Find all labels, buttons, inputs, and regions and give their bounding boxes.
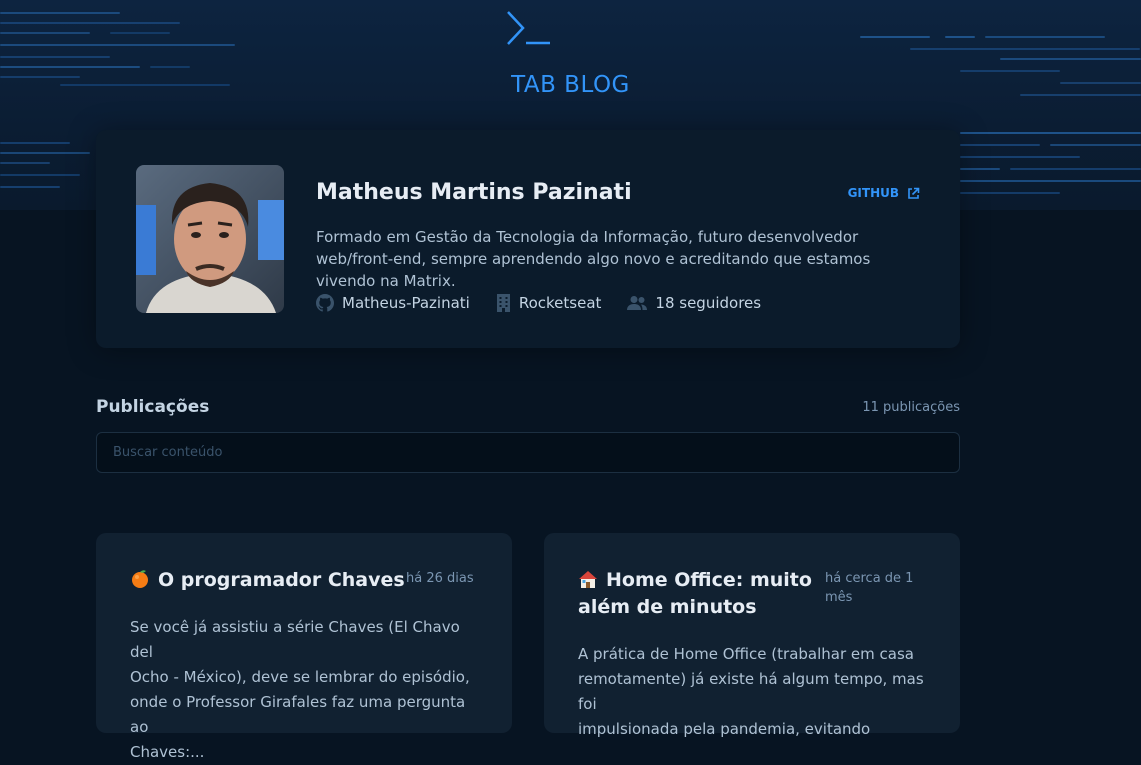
decorative-line	[0, 56, 110, 58]
decorative-line	[960, 156, 1080, 158]
decorative-line	[960, 180, 1141, 182]
followers-text: 18 seguidores	[655, 294, 762, 312]
decorative-line	[960, 144, 1040, 146]
profile-bio: Formado em Gestão da Tecnologia da Infor…	[316, 228, 871, 290]
decorative-line	[960, 132, 1141, 134]
post-excerpt-line: A prática de Home Office (trabalhar em c…	[578, 645, 914, 663]
post-title-line: Home Office: muito	[606, 569, 812, 591]
post-excerpt-line: onde o Professor Girafales faz uma pergu…	[130, 693, 466, 736]
terminal-prompt-icon	[507, 11, 550, 45]
orange-icon	[132, 570, 148, 588]
decorative-line	[110, 32, 170, 34]
post-excerpt: Se você já assistiu a série Chaves (El C…	[130, 615, 480, 765]
search-input[interactable]	[96, 432, 960, 473]
decorative-line	[0, 142, 70, 144]
github-link-label: GITHUB	[847, 186, 899, 200]
decorative-line	[910, 48, 1140, 50]
building-icon	[496, 294, 510, 312]
post-excerpt: A prática de Home Office (trabalhar em c…	[578, 642, 928, 742]
post-title-line: O programador Chaves	[158, 569, 405, 591]
post-date-line: mês	[825, 590, 853, 605]
post-excerpt-line: impulsionada pela pandemia, evitando	[578, 720, 871, 738]
decorative-line	[960, 168, 1000, 170]
decorative-line	[0, 32, 90, 34]
avatar	[136, 165, 284, 313]
meta-followers: 18 seguidores	[627, 294, 761, 312]
username-text: Matheus-Pazinati	[342, 294, 470, 312]
company-text: Rocketseat	[518, 294, 602, 312]
decorative-line	[945, 36, 975, 38]
house-icon	[579, 571, 597, 588]
profile-name: Matheus Martins Pazinati	[316, 180, 632, 205]
post-date-line: há 26 dias	[406, 571, 474, 586]
post-excerpt-line: Chaves:...	[130, 743, 205, 761]
post-date: há 26 dias	[406, 569, 474, 588]
brand-title: TAB BLOG	[511, 72, 630, 98]
external-link-icon	[908, 187, 920, 199]
publications-title: Publicações	[96, 397, 210, 417]
decorative-line	[0, 44, 235, 46]
decorative-line	[0, 66, 140, 68]
post-excerpt-line: Se você já assistiu a série Chaves (El C…	[130, 618, 460, 661]
decorative-line	[1000, 58, 1141, 60]
decorative-line	[0, 186, 60, 188]
decorative-line	[1010, 168, 1141, 170]
post-card[interactable]: O programador Chaves há 26 dias Se você …	[96, 533, 512, 761]
post-date-line: há cerca de 1	[825, 571, 914, 586]
publications-count: 11 publicações	[862, 400, 960, 415]
github-icon	[316, 294, 334, 312]
decorative-line	[1050, 144, 1141, 146]
post-title: Home Office: muito além de minutos	[578, 567, 812, 621]
decorative-line	[150, 66, 190, 68]
post-card[interactable]: Home Office: muito além de minutos há ce…	[544, 533, 960, 738]
decorative-line	[985, 36, 1105, 38]
github-link[interactable]: GITHUB	[848, 186, 920, 200]
meta-company: Rocketseat	[496, 294, 602, 312]
meta-username: Matheus-Pazinati	[316, 294, 470, 312]
post-excerpt-line: remotamente) já existe há algum tempo, m…	[578, 670, 924, 713]
decorative-line	[0, 22, 180, 24]
post-excerpt-line: Ocho - México), deve se lembrar do episó…	[130, 668, 470, 686]
profile-meta: Matheus-Pazinati Rocketseat 18 seguidore…	[316, 294, 761, 312]
users-icon	[627, 296, 648, 310]
post-title: O programador Chaves	[130, 567, 405, 594]
decorative-line	[860, 36, 930, 38]
decorative-line	[960, 192, 1060, 194]
post-title-line: além de minutos	[578, 596, 757, 618]
decorative-line	[0, 12, 120, 14]
decorative-line	[0, 152, 90, 154]
decorative-line	[0, 162, 50, 164]
post-date: há cerca de 1 mês	[825, 569, 913, 607]
decorative-line	[0, 174, 80, 176]
profile-card: Matheus Martins Pazinati GITHUB Formado …	[96, 130, 960, 348]
